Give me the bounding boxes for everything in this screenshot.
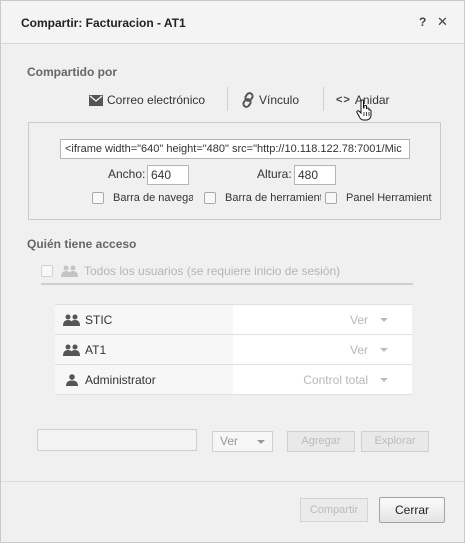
table-row: STIC Ver <box>55 305 412 335</box>
user-cell: STIC <box>55 305 233 334</box>
permission-select[interactable]: Control total <box>235 365 412 394</box>
height-field[interactable] <box>294 165 336 185</box>
chevron-down-icon <box>257 440 265 444</box>
table-row: AT1 Ver <box>55 335 412 365</box>
user-cell: AT1 <box>55 335 233 364</box>
tab-email-label: Correo electrónico <box>107 93 206 107</box>
user-name: Administrator <box>85 372 156 387</box>
footer-divider <box>1 481 464 482</box>
navbar-option-label: Barra de navegación <box>113 192 193 204</box>
chevron-down-icon <box>380 348 388 352</box>
everyone-option[interactable]: Todos los usuarios (se requiere inicio d… <box>41 259 413 285</box>
embed-panel: Ancho: Altura: Barra de navegación Barra… <box>28 122 441 220</box>
access-heading: Quién tiene acceso <box>27 237 137 251</box>
permission-value: Ver <box>349 342 368 357</box>
permission-value: Ver <box>349 312 368 327</box>
user-name: STIC <box>85 312 113 327</box>
hand-cursor-icon <box>356 99 372 121</box>
chevron-down-icon <box>380 318 388 322</box>
toolbar-option[interactable]: Barra de herramientas <box>204 190 321 206</box>
user-cell: Administrator <box>55 365 233 394</box>
width-label: Ancho: <box>108 167 146 181</box>
tab-link[interactable]: Vínculo <box>241 91 299 109</box>
new-permission-value: Ver <box>220 434 239 448</box>
tab-divider <box>323 87 324 111</box>
help-button[interactable]: ? <box>419 15 426 29</box>
embed-code-field[interactable] <box>60 139 410 159</box>
tab-divider <box>227 87 228 111</box>
navbar-checkbox[interactable] <box>92 192 104 204</box>
browse-button[interactable]: Explorar <box>361 431 429 452</box>
everyone-label: Todos los usuarios (se requiere inicio d… <box>84 264 341 278</box>
tab-email[interactable]: Correo electrónico <box>89 91 205 109</box>
table-row: Administrator Control total <box>55 365 412 395</box>
cancel-button[interactable]: Cerrar <box>379 497 445 523</box>
link-icon <box>241 92 255 108</box>
tab-link-label: Vínculo <box>259 93 300 107</box>
permission-select[interactable]: Ver <box>235 335 412 364</box>
add-button[interactable]: Agregar <box>287 431 355 452</box>
share-dialog: Compartir: Facturacion - AT1 ? ✕ Compart… <box>0 0 465 543</box>
chevron-down-icon <box>380 378 388 382</box>
access-list: STIC Ver AT1 Ver Administrator Control t… <box>55 304 412 395</box>
group-icon <box>63 344 81 356</box>
toolbar-option-label: Barra de herramientas <box>225 192 321 204</box>
height-label: Altura: <box>257 167 292 181</box>
dialog-titlebar: Compartir: Facturacion - AT1 ? ✕ <box>1 1 464 44</box>
code-icon: <> <box>336 94 351 106</box>
toolbar-checkbox[interactable] <box>204 192 216 204</box>
tools-panel-option[interactable]: Panel Herramient <box>325 190 432 206</box>
add-user-input[interactable] <box>37 429 197 451</box>
permission-value: Control total <box>303 372 368 387</box>
share-button[interactable]: Compartir <box>300 498 368 522</box>
shared-by-heading: Compartido por <box>27 65 117 79</box>
group-icon <box>61 265 79 277</box>
permission-select[interactable]: Ver <box>235 305 412 334</box>
everyone-checkbox[interactable] <box>41 265 53 277</box>
user-icon <box>66 373 78 386</box>
user-name: AT1 <box>85 342 107 357</box>
new-permission-select[interactable]: Ver <box>212 431 273 452</box>
tools-panel-option-label: Panel Herramient <box>346 192 432 204</box>
navbar-option[interactable]: Barra de navegación <box>92 190 193 206</box>
tools-panel-checkbox[interactable] <box>325 192 337 204</box>
dialog-title: Compartir: Facturacion - AT1 <box>21 16 186 30</box>
close-button[interactable]: ✕ <box>437 14 448 30</box>
envelope-icon <box>89 94 103 106</box>
width-field[interactable] <box>147 165 189 185</box>
group-icon <box>63 314 81 326</box>
